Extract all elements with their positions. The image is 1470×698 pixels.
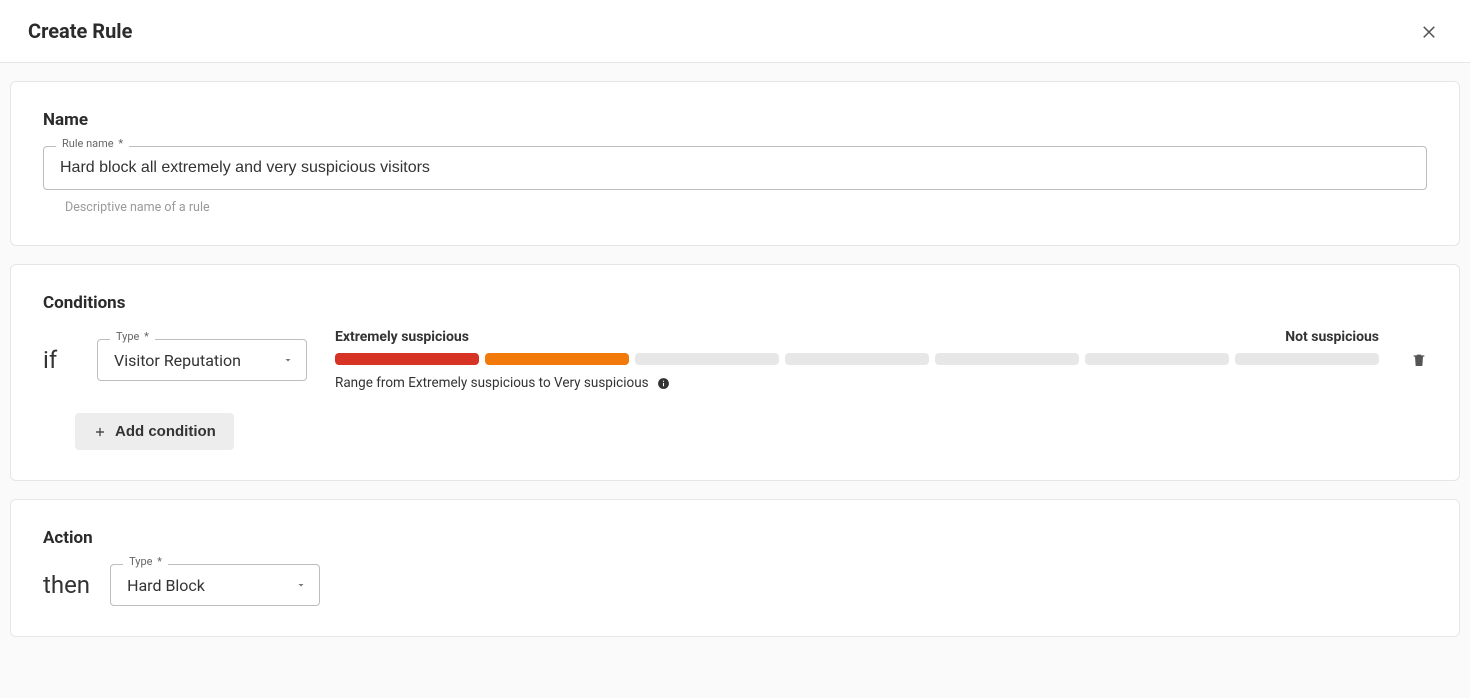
close-icon — [1420, 22, 1438, 40]
action-section-title: Action — [43, 528, 1427, 548]
action-row: then Type * Hard Block — [43, 564, 1427, 606]
action-type-label: Type * — [123, 556, 168, 567]
slider-segment-5[interactable] — [935, 353, 1079, 365]
conditions-card: Conditions if Type * Visitor Reputation … — [10, 264, 1460, 481]
slider-right-label: Not suspicious — [1285, 329, 1379, 345]
rule-name-label: Rule name * — [56, 138, 129, 149]
rule-name-helper: Descriptive name of a rule — [65, 200, 1427, 215]
content-area: Name Rule name * Descriptive name of a r… — [0, 63, 1470, 673]
condition-row: if Type * Visitor Reputation Extremely s… — [43, 329, 1427, 391]
add-condition-row: Add condition — [75, 413, 1427, 450]
slider-segment-3[interactable] — [635, 353, 779, 365]
conditions-section-title: Conditions — [43, 293, 1427, 313]
action-type-value: Hard Block — [127, 576, 205, 595]
slider-segment-4[interactable] — [785, 353, 929, 365]
action-type-select[interactable]: Type * Hard Block — [110, 564, 320, 606]
slider-segment-2[interactable] — [485, 353, 629, 365]
slider-range-description: Range from Extremely suspicious to Very … — [335, 375, 1379, 391]
slider-labels: Extremely suspicious Not suspicious — [335, 329, 1379, 345]
condition-type-label: Type * — [110, 331, 155, 342]
chevron-down-icon — [295, 579, 307, 591]
delete-condition-button[interactable] — [1411, 351, 1427, 369]
dialog-title: Create Rule — [28, 19, 132, 43]
condition-type-select[interactable]: Type * Visitor Reputation — [97, 339, 307, 381]
reputation-slider[interactable] — [335, 353, 1379, 365]
rule-name-input[interactable] — [44, 147, 1426, 189]
add-condition-button[interactable]: Add condition — [75, 413, 234, 450]
close-button[interactable] — [1416, 18, 1442, 44]
condition-type-value: Visitor Reputation — [114, 351, 241, 370]
dialog-header: Create Rule — [0, 0, 1470, 63]
chevron-down-icon — [282, 354, 294, 366]
trash-icon — [1411, 351, 1427, 369]
name-section-title: Name — [43, 110, 1427, 130]
slider-segment-6[interactable] — [1085, 353, 1229, 365]
if-label: if — [43, 346, 79, 374]
rule-name-field[interactable]: Rule name * — [43, 146, 1427, 190]
reputation-slider-area: Extremely suspicious Not suspicious Rang… — [335, 329, 1379, 391]
plus-icon — [93, 425, 107, 439]
slider-segment-7[interactable] — [1235, 353, 1379, 365]
action-card: Action then Type * Hard Block — [10, 499, 1460, 637]
info-icon[interactable] — [657, 377, 670, 390]
slider-left-label: Extremely suspicious — [335, 329, 469, 345]
slider-segment-1[interactable] — [335, 353, 479, 365]
name-card: Name Rule name * Descriptive name of a r… — [10, 81, 1460, 246]
then-label: then — [43, 571, 90, 599]
